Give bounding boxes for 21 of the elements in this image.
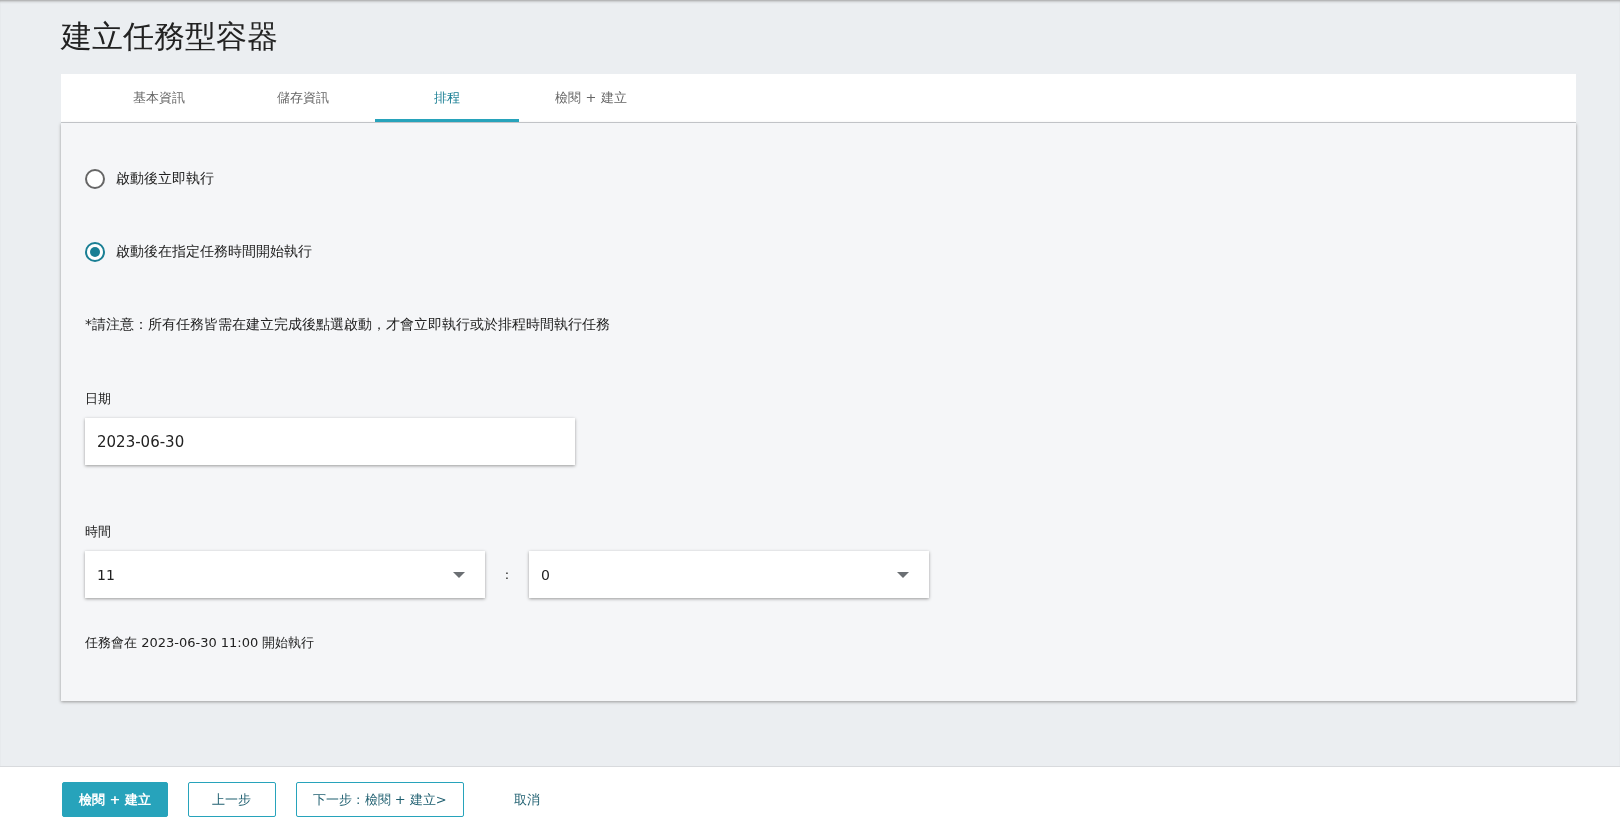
radio-label[interactable]: 啟動後立即執行 <box>116 170 214 188</box>
radio-button[interactable] <box>85 169 105 189</box>
time-separator: : <box>503 567 511 582</box>
date-field[interactable]: 2023-06-30 <box>85 418 575 465</box>
action-button[interactable]: 取消 <box>483 782 570 817</box>
radio-label[interactable]: 啟動後在指定任務時間開始執行 <box>116 243 312 261</box>
action-button[interactable]: 下一步 : 檢閱 + 建立> <box>295 782 464 817</box>
hour-dropdown[interactable]: 11 <box>85 551 485 598</box>
page-title: 建立任務型容器 <box>61 17 279 56</box>
time-label: 時間 <box>85 523 112 541</box>
tab[interactable]: 檢閱 + 建立 <box>519 74 663 122</box>
caret-icon <box>897 571 909 578</box>
tab[interactable]: 基本資訊 <box>87 74 231 122</box>
action-button[interactable]: 上一步 <box>187 782 276 817</box>
minute-dropdown[interactable]: 0 <box>529 551 929 598</box>
note-text: *請注意：所有任務皆需在建立完成後點選啟動，才會立即執行或於排程時間執行任務 <box>85 316 611 334</box>
tab[interactable]: 儲存資訊 <box>231 74 375 122</box>
schedule-summary: 任務會在 2023-06-30 11:00 開始執行 <box>85 634 316 652</box>
radio-button[interactable] <box>85 242 105 262</box>
date-label: 日期 <box>85 390 112 408</box>
caret-icon <box>453 571 465 578</box>
